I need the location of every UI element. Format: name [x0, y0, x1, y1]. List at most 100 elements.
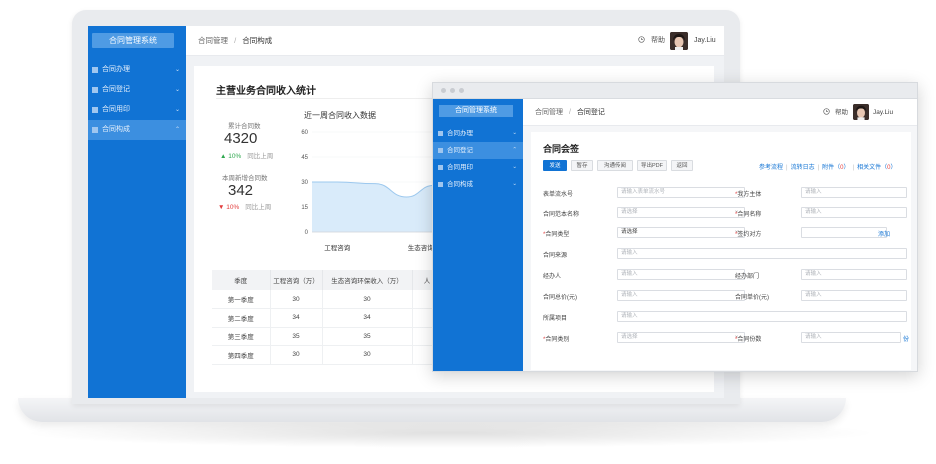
- department-input[interactable]: 请输入: [801, 269, 907, 280]
- menu-square-icon: [92, 127, 98, 133]
- avatar[interactable]: [670, 32, 688, 50]
- field-label: 表单流水号: [543, 192, 574, 198]
- window-dot-icon[interactable]: [441, 88, 446, 93]
- reference-flow-link[interactable]: 参考流程: [759, 165, 783, 171]
- menu-square-icon: [92, 87, 98, 93]
- clock-icon: [823, 108, 830, 115]
- related-files-close: ）: [890, 165, 897, 171]
- back-sidebar: 合同管理系统 合同办理 ⌄ 合同登记 ⌄ 合同用印 ⌄ 合同构成 ⌃: [88, 26, 186, 398]
- field-label-text: 合同份数: [737, 337, 762, 343]
- help-button[interactable]: 帮助: [638, 26, 665, 56]
- export-pdf-button[interactable]: 导出PDF: [637, 160, 667, 171]
- window-titlebar: [433, 83, 917, 99]
- back-nav-item-register[interactable]: 合同登记 ⌄: [88, 80, 186, 100]
- attachments-link[interactable]: 附件（0）: [822, 165, 849, 171]
- chevron-down-icon: ⌄: [174, 87, 180, 93]
- save-draft-button[interactable]: 暂存: [571, 160, 593, 171]
- user-name[interactable]: Jay.Liu: [694, 26, 716, 56]
- y-tick-label: 0: [305, 230, 309, 236]
- breadcrumb-root[interactable]: 合同管理: [198, 36, 228, 45]
- contract-category-select[interactable]: 请选择: [617, 332, 745, 343]
- menu-square-icon: [438, 182, 443, 187]
- stat-change: ▲ 10% 同比上周: [220, 153, 274, 160]
- back-nav-label: 合同构成: [102, 126, 130, 133]
- window-dot-icon[interactable]: [459, 88, 464, 93]
- table-cell: 第一季度: [212, 290, 271, 309]
- back-button[interactable]: 返回: [671, 160, 693, 171]
- table-cell: 第二季度: [212, 308, 271, 328]
- field-label-text: 合同类别: [545, 337, 570, 343]
- chart-title: 近一周合同收入数据: [304, 111, 376, 120]
- add-counterparty-link[interactable]: 添加: [878, 229, 890, 238]
- stat-change: ▼ 10% 同比上周: [218, 204, 272, 211]
- handler-input[interactable]: 请输入: [617, 269, 745, 280]
- back-nav-item-handle[interactable]: 合同办理 ⌄: [88, 60, 186, 80]
- table-cell: 第三季度: [212, 327, 271, 346]
- field-label-text: 签约对方: [737, 232, 762, 238]
- back-header: 合同管理 / 合同构成 帮助 Jay.Liu: [186, 26, 724, 56]
- front-nav: 合同办理 ⌄ 合同登记 ⌃ 合同用印 ⌄ 合同构成 ⌄: [433, 125, 523, 193]
- field-label: 合同单价(元): [735, 295, 769, 301]
- field-label: 合同来源: [543, 253, 568, 259]
- breadcrumb-current: 合同登记: [576, 109, 605, 116]
- attachments-close: ）: [843, 165, 850, 171]
- field-label: *合同份数: [735, 337, 762, 343]
- avatar[interactable]: [853, 104, 869, 120]
- front-nav-item-seal[interactable]: 合同用印 ⌄: [433, 159, 523, 176]
- front-nav-item-handle[interactable]: 合同办理 ⌄: [433, 125, 523, 142]
- table-header: 季度: [212, 270, 271, 290]
- breadcrumb-separator: /: [234, 36, 237, 45]
- table-cell: 34: [322, 308, 413, 328]
- front-header: 合同管理 / 合同登记 帮助 Jay.Liu: [523, 99, 917, 126]
- table-cell: 30: [322, 290, 413, 309]
- stage: 合同管理系统 合同办理 ⌄ 合同登记 ⌄ 合同用印 ⌄ 合同构成 ⌃ 合同管理 / 合同…: [0, 0, 936, 464]
- unit-price-input[interactable]: 请输入: [801, 290, 907, 301]
- table-header: 工程咨询（万）: [270, 270, 323, 290]
- table-cell: 30: [270, 290, 323, 309]
- back-nav-item-seal[interactable]: 合同用印 ⌄: [88, 100, 186, 120]
- project-input[interactable]: 请输入: [617, 311, 907, 322]
- stat-value: 4320: [224, 130, 258, 147]
- stat-label: 累计合同数: [228, 123, 261, 130]
- laptop-shadow: [20, 418, 880, 448]
- contract-source-input[interactable]: 请输入: [617, 248, 907, 259]
- template-select[interactable]: 请选择: [617, 207, 745, 218]
- back-logo: 合同管理系统: [92, 33, 174, 48]
- chevron-down-icon: ⌄: [174, 107, 180, 113]
- breadcrumb-separator: /: [568, 109, 571, 116]
- field-label: 所属项目: [543, 316, 568, 322]
- our-party-input[interactable]: 请输入: [801, 187, 907, 198]
- table-header: 生态咨询环保收入（万）: [322, 270, 413, 290]
- circulate-button[interactable]: 沟通传阅: [597, 160, 633, 171]
- front-nav-label: 合同用印: [447, 164, 473, 171]
- field-label: 经办人: [543, 274, 562, 280]
- breadcrumb: 合同管理 / 合同登记: [535, 99, 605, 126]
- related-files-link[interactable]: 相关文件（0）: [857, 165, 896, 171]
- chevron-up-icon: ⌃: [512, 147, 517, 153]
- total-price-input[interactable]: 请输入: [617, 290, 745, 301]
- counterparty-input[interactable]: [801, 227, 887, 238]
- y-tick-label: 30: [301, 180, 308, 186]
- send-button[interactable]: 发送: [543, 160, 567, 171]
- contract-name-input[interactable]: 请输入: [801, 207, 907, 218]
- data-table: 季度 工程咨询（万） 生态咨询环保收入（万） 人 第一季度 30 30 第二季度 34…: [212, 270, 443, 365]
- help-button[interactable]: 帮助: [823, 99, 848, 126]
- breadcrumb-root[interactable]: 合同管理: [535, 109, 563, 116]
- copies-unit: 份: [903, 337, 910, 343]
- back-nav-label: 合同用印: [102, 106, 130, 113]
- front-nav-item-compose[interactable]: 合同构成 ⌄: [433, 176, 523, 193]
- back-nav-item-compose[interactable]: 合同构成 ⌃: [88, 120, 186, 140]
- attachments-label: 附件（: [822, 165, 841, 171]
- front-nav-item-register[interactable]: 合同登记 ⌃: [433, 142, 523, 159]
- contract-type-select[interactable]: 请选择: [617, 227, 745, 238]
- serial-number-input[interactable]: 请输入表单流水号: [617, 187, 745, 198]
- user-avatar-icon: [670, 32, 688, 50]
- y-tick-label: 45: [301, 155, 308, 161]
- window-dot-icon[interactable]: [450, 88, 455, 93]
- flow-log-link[interactable]: 流转日志: [791, 165, 815, 171]
- y-tick-label: 60: [301, 130, 308, 136]
- user-name[interactable]: Jay.Liu: [873, 99, 893, 126]
- menu-square-icon: [92, 107, 98, 113]
- copies-input[interactable]: 请输入: [801, 332, 901, 343]
- stat-change-value: 10%: [226, 204, 240, 211]
